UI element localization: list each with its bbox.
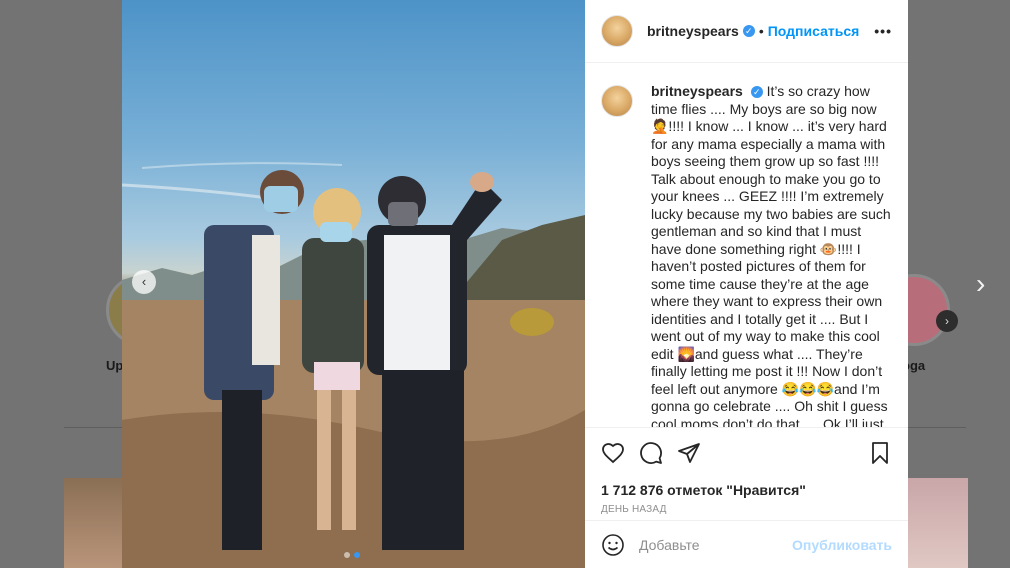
caption-text: It’s so crazy how time flies .... My boy…	[651, 83, 891, 427]
photo-scene	[122, 162, 585, 568]
verified-badge-icon: ✓	[750, 86, 763, 98]
header-separator: •	[758, 23, 764, 39]
grid-thumbnail-left	[64, 478, 124, 568]
bookmark-icon[interactable]	[868, 441, 892, 465]
carousel-dot	[344, 552, 350, 558]
emoji-icon[interactable]	[601, 533, 625, 557]
caption-text-block: britneyspears ✓ It’s so crazy how time f…	[651, 83, 892, 427]
share-icon[interactable]	[677, 441, 701, 465]
post-timestamp[interactable]: ДЕНЬ НАЗАД	[601, 504, 892, 515]
comment-icon[interactable]	[639, 441, 663, 465]
post-header: britneyspears ✓ • Подписаться •••	[585, 0, 908, 63]
verified-badge-icon: ✓	[742, 25, 755, 37]
follow-button[interactable]: Подписаться	[768, 23, 860, 39]
heart-icon[interactable]	[601, 441, 625, 465]
stories-next-icon: ›	[936, 310, 958, 332]
comment-bar: Опубликовать	[585, 520, 908, 568]
previous-photo-icon[interactable]: ‹	[132, 270, 156, 294]
story-label-left: Up	[106, 358, 124, 373]
caption-avatar[interactable]	[601, 85, 633, 117]
carousel-dots	[344, 552, 360, 558]
next-post-arrow-icon[interactable]: ›	[976, 270, 985, 298]
post-actions: 1 712 876 отметок "Нравится" ДЕНЬ НАЗАД	[585, 427, 908, 515]
header-username[interactable]: britneyspears	[647, 23, 739, 39]
avatar[interactable]	[601, 15, 633, 47]
post-side-panel: britneyspears ✓ • Подписаться ••• britne…	[585, 0, 908, 568]
more-options-icon[interactable]: •••	[874, 23, 892, 39]
post-photo[interactable]	[122, 0, 585, 568]
grid-thumbnail-right	[908, 478, 968, 568]
publish-button[interactable]: Опубликовать	[792, 537, 892, 553]
likes-count[interactable]: 1 712 876 отметок "Нравится"	[601, 482, 892, 498]
caption-scroll-area[interactable]: britneyspears ✓ It’s so crazy how time f…	[585, 63, 908, 427]
action-icons-row	[601, 440, 892, 466]
caption-username[interactable]: britneyspears	[651, 83, 743, 99]
comment-input[interactable]	[639, 536, 789, 553]
carousel-dot-active	[354, 552, 360, 558]
